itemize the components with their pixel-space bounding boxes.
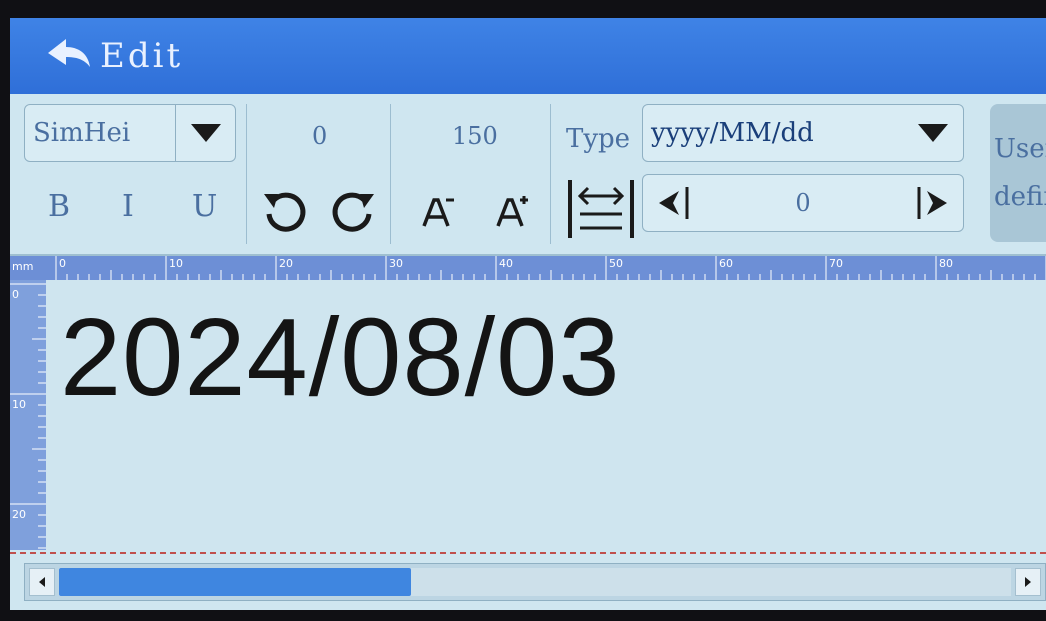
font-size-value: 150 [452, 122, 498, 150]
ruler-tick-label: 20 [279, 257, 293, 270]
user-defined-button[interactable]: User defined [990, 104, 1046, 242]
offset-value: 0 [795, 189, 811, 217]
toolbar: SimHei B I U 0 150 Type yyyy/MM/dd 0 Use… [10, 94, 1046, 256]
font-size-increase-icon [496, 196, 528, 227]
ruler-tick-label: 80 [939, 257, 953, 270]
ruler-tick-label: 60 [719, 257, 733, 270]
rotate-right-button[interactable] [328, 188, 378, 242]
chevron-left-icon [659, 187, 689, 219]
divider [550, 104, 551, 244]
spacing-button[interactable] [566, 178, 636, 244]
rotate-cw-icon [332, 192, 374, 232]
offset-decrease-button[interactable] [643, 175, 703, 231]
scroll-right-icon [1025, 577, 1031, 587]
font-size-decrease-icon [422, 198, 454, 227]
decrease-size-button[interactable] [420, 192, 460, 236]
ruler-unit: mm [12, 260, 34, 273]
scroll-right-button[interactable] [1015, 568, 1041, 596]
editor-screen: Edit SimHei B I U 0 150 Type yyyy/MM/dd … [10, 18, 1046, 610]
type-label: Type [566, 124, 631, 154]
scrollbar-track[interactable] [59, 568, 1011, 596]
type-select[interactable]: yyyy/MM/dd [642, 104, 964, 162]
ruler-tick-label: 20 [12, 508, 26, 521]
back-arrow-icon [46, 37, 92, 75]
bold-button[interactable]: B [48, 189, 70, 224]
font-value: SimHei [33, 118, 131, 148]
user-defined-label: User defined [994, 134, 1046, 212]
italic-button[interactable]: I [122, 189, 134, 224]
chevron-down-icon [190, 124, 221, 142]
title-bar: Edit [10, 18, 1046, 94]
edit-canvas[interactable]: 2024/08/03 [46, 280, 1046, 550]
horizontal-scrollbar[interactable] [24, 563, 1046, 601]
type-dropdown-button[interactable] [903, 105, 963, 161]
ruler-tick-label: 10 [169, 257, 183, 270]
spacing-icon [568, 180, 634, 238]
ruler-tick-label: 0 [59, 257, 66, 270]
rotation-value: 0 [312, 122, 328, 150]
vertical-ruler: 0 10 20 [10, 280, 46, 550]
horizontal-ruler-ticks: 0102030405060708090 [55, 256, 1046, 280]
chevron-right-icon [917, 187, 947, 219]
vertical-ruler-ticks: 0 10 20 [10, 283, 46, 549]
font-dropdown-button[interactable] [175, 105, 235, 161]
ruler-tick-label: 0 [12, 288, 19, 301]
back-button[interactable] [46, 37, 92, 75]
date-text-object[interactable]: 2024/08/03 [60, 294, 621, 421]
divider [390, 104, 391, 244]
type-value: yyyy/MM/dd [651, 118, 814, 148]
chevron-down-icon [918, 124, 948, 142]
scroll-left-icon [39, 577, 45, 587]
ruler-tick-label: 40 [499, 257, 513, 270]
ruler-tick-label: 70 [829, 257, 843, 270]
horizontal-ruler: mm 0102030405060708090 [10, 256, 1046, 280]
underline-button[interactable]: U [192, 189, 217, 224]
ruler-tick-label: 30 [389, 257, 403, 270]
ruler-tick-label: 50 [609, 257, 623, 270]
increase-size-button[interactable] [494, 192, 534, 236]
print-boundary-line [10, 552, 1046, 554]
ruler-tick-label: 10 [12, 398, 26, 411]
scrollbar-thumb[interactable] [59, 568, 412, 596]
offset-increase-button[interactable] [903, 175, 963, 231]
font-select[interactable]: SimHei [24, 104, 236, 162]
scroll-left-button[interactable] [29, 568, 55, 596]
rotate-ccw-icon [264, 192, 306, 232]
offset-stepper[interactable]: 0 [642, 174, 964, 232]
divider [246, 104, 247, 244]
page-title: Edit [100, 36, 184, 76]
rotate-left-button[interactable] [260, 188, 310, 242]
